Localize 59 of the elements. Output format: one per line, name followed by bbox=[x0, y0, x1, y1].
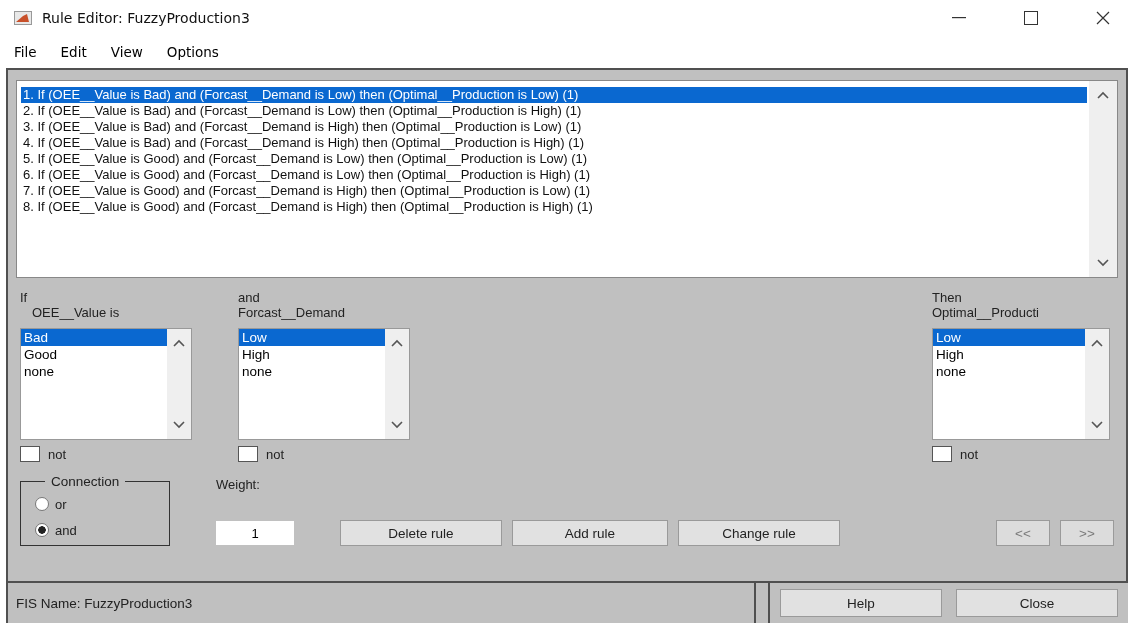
close-icon[interactable] bbox=[1096, 11, 1110, 25]
weight-field[interactable]: 1 bbox=[216, 521, 294, 545]
minimize-icon[interactable] bbox=[952, 17, 966, 19]
rule-button[interactable]: Change rule bbox=[678, 520, 840, 546]
footer-button[interactable]: Close bbox=[956, 589, 1118, 617]
radio-label: or bbox=[55, 496, 67, 512]
connector-label: Then bbox=[932, 290, 963, 305]
not-checkbox[interactable] bbox=[20, 446, 40, 462]
scroll-down-icon[interactable] bbox=[1091, 421, 1103, 429]
option-item[interactable]: Bad bbox=[21, 329, 167, 346]
menu-item[interactable]: File bbox=[14, 44, 37, 60]
footer-button[interactable]: Help bbox=[780, 589, 942, 617]
group-label: Connection bbox=[50, 474, 121, 489]
menu-item[interactable]: Options bbox=[166, 44, 219, 60]
option-item[interactable]: High bbox=[933, 346, 1085, 363]
radio-button[interactable] bbox=[35, 497, 49, 511]
rule-item[interactable]: 8. If (OEE__Value is Good) and (Forcast__Demand is High) then (Optimal__Production is High) (1) bbox=[21, 199, 1087, 215]
scroll-up-icon[interactable] bbox=[1091, 339, 1103, 347]
rule-item[interactable]: 4. If (OEE__Value is Bad) and (Forcast__Demand is High) then (Optimal__Production is High) (1) bbox=[21, 135, 1087, 151]
window-title: Rule Editor: FuzzyProduction3 bbox=[42, 10, 250, 26]
checkbox-label: not bbox=[266, 446, 285, 462]
option-item[interactable]: none bbox=[933, 363, 1085, 380]
weight-label: Weight: bbox=[216, 477, 261, 492]
variable-label: Optimal__Producti bbox=[932, 305, 1040, 320]
scroll-down-icon[interactable] bbox=[173, 421, 185, 429]
app-logo-icon bbox=[14, 11, 32, 25]
scroll-up-icon[interactable] bbox=[1097, 91, 1109, 99]
rule-item[interactable]: 7. If (OEE__Value is Good) and (Forcast__Demand is High) then (Optimal__Production is Low) (1) bbox=[21, 183, 1087, 199]
rule-button[interactable]: Add rule bbox=[512, 520, 668, 546]
variable-label: OEE__Value is bbox=[31, 305, 121, 320]
rule-button[interactable]: Delete rule bbox=[340, 520, 502, 546]
not-checkbox[interactable] bbox=[238, 446, 258, 462]
scroll-up-icon[interactable] bbox=[391, 339, 403, 347]
radio-label: and bbox=[55, 522, 77, 538]
radio-button[interactable] bbox=[35, 523, 49, 537]
maximize-icon[interactable] bbox=[1024, 11, 1038, 25]
menu-item[interactable]: View bbox=[110, 44, 143, 60]
rule-item[interactable]: 5. If (OEE__Value is Good) and (Forcast__Demand is Low) then (Optimal__Production is Low) (1) bbox=[21, 151, 1087, 167]
option-item[interactable]: Low bbox=[239, 329, 385, 346]
option-item[interactable]: High bbox=[239, 346, 385, 363]
option-item[interactable]: Good bbox=[21, 346, 167, 363]
option-item[interactable]: none bbox=[239, 363, 385, 380]
connector-label: If bbox=[20, 290, 29, 305]
scroll-down-icon[interactable] bbox=[391, 421, 403, 429]
option-item[interactable]: none bbox=[21, 363, 167, 380]
rule-item[interactable]: 3. If (OEE__Value is Bad) and (Forcast__Demand is High) then (Optimal__Production is Low) (1) bbox=[21, 119, 1087, 135]
scroll-up-icon[interactable] bbox=[173, 339, 185, 347]
option-item[interactable]: Low bbox=[933, 329, 1085, 346]
rule-item[interactable]: 6. If (OEE__Value is Good) and (Forcast__Demand is Low) then (Optimal__Production is High) (1) bbox=[21, 167, 1087, 183]
not-checkbox[interactable] bbox=[932, 446, 952, 462]
menu-item[interactable]: Edit bbox=[60, 44, 87, 60]
status-text: FIS Name: FuzzyProduction3 bbox=[16, 595, 193, 611]
rule-item[interactable]: 1. If (OEE__Value is Bad) and (Forcast__Demand is Low) then (Optimal__Production is Low) (1) bbox=[21, 87, 1087, 103]
scroll-down-icon[interactable] bbox=[1097, 259, 1109, 267]
checkbox-label: not bbox=[48, 446, 67, 462]
variable-label: Forcast__Demand bbox=[238, 305, 346, 320]
connector-label: and bbox=[238, 290, 261, 305]
checkbox-label: not bbox=[960, 446, 979, 462]
rule-item[interactable]: 2. If (OEE__Value is Bad) and (Forcast__Demand is Low) then (Optimal__Production is High) (1) bbox=[21, 103, 1087, 119]
